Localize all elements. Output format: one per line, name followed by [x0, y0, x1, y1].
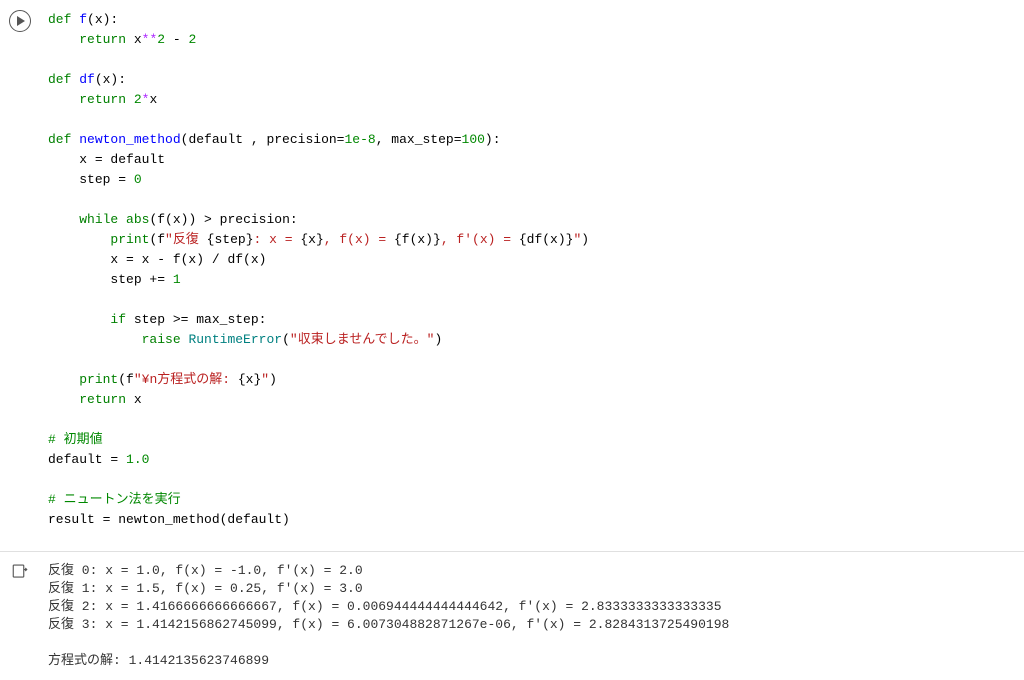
- string: ": [261, 372, 269, 387]
- run-button[interactable]: [9, 10, 31, 32]
- output-line: 反復 2: x = 1.4166666666666667, f(x) = 0.0…: [48, 599, 722, 614]
- open: (: [282, 332, 290, 347]
- output-line: 反復 1: x = 1.5, f(x) = 0.25, f'(x) = 3.0: [48, 581, 363, 596]
- number: 1: [173, 272, 181, 287]
- number: 1e-8: [344, 132, 375, 147]
- keyword-def: def: [48, 132, 71, 147]
- close: ):: [485, 132, 501, 147]
- fvar: df(x): [527, 232, 566, 247]
- number: 0: [134, 172, 142, 187]
- code-editor[interactable]: def f(x): return x**2 - 2 def df(x): ret…: [40, 0, 1024, 551]
- var: x: [134, 32, 142, 47]
- condition: step >= max_step:: [126, 312, 266, 327]
- keyword-raise: raise: [142, 332, 181, 347]
- func-name: f: [79, 12, 87, 27]
- params-open: (default , precision=: [181, 132, 345, 147]
- error-class: RuntimeError: [188, 332, 282, 347]
- brace: {: [238, 372, 246, 387]
- string: "¥n方程式の解:: [134, 372, 238, 387]
- brace: {: [394, 232, 402, 247]
- assignment: x = default: [79, 152, 165, 167]
- keyword-def: def: [48, 12, 71, 27]
- var: x: [149, 92, 157, 107]
- number: 2: [157, 32, 165, 47]
- string: : x =: [254, 232, 301, 247]
- output-text: 反復 0: x = 1.0, f(x) = -1.0, f'(x) = 2.0 …: [40, 560, 1024, 680]
- operator: **: [142, 32, 158, 47]
- output-line: 方程式の解: 1.4142135623746899: [48, 653, 269, 668]
- assignment: default =: [48, 452, 126, 467]
- output-gutter: [0, 560, 40, 680]
- brace: {: [300, 232, 308, 247]
- string: , f(x) =: [324, 232, 394, 247]
- keyword-return: return: [79, 32, 126, 47]
- close: ): [434, 332, 442, 347]
- keyword-return: return: [79, 392, 126, 407]
- number: 100: [462, 132, 485, 147]
- brace: }: [433, 232, 441, 247]
- fvar: f(x): [402, 232, 433, 247]
- condition: (f(x)) > precision:: [149, 212, 297, 227]
- func-name: df: [79, 72, 95, 87]
- number: 2: [134, 92, 142, 107]
- brace: {: [519, 232, 527, 247]
- keyword-def: def: [48, 72, 71, 87]
- assignment: x = x - f(x) / df(x): [110, 252, 266, 267]
- builtin-print: print: [110, 232, 149, 247]
- output-icon[interactable]: [11, 562, 29, 680]
- keyword-if: if: [110, 312, 126, 327]
- string: , f'(x) =: [441, 232, 519, 247]
- keyword-while: while: [79, 212, 118, 227]
- open: (f: [118, 372, 134, 387]
- comment: # 初期値: [48, 432, 103, 447]
- fvar: step: [214, 232, 245, 247]
- assignment: result = newton_method(default): [48, 512, 290, 527]
- func-name: newton_method: [79, 132, 180, 147]
- brace: }: [316, 232, 324, 247]
- output-cell: 反復 0: x = 1.0, f(x) = -1.0, f'(x) = 2.0 …: [0, 551, 1024, 680]
- code-cell: def f(x): return x**2 - 2 def df(x): ret…: [0, 0, 1024, 551]
- number: 1.0: [126, 452, 149, 467]
- builtin-print: print: [79, 372, 118, 387]
- open: (f: [149, 232, 165, 247]
- code-gutter: [0, 0, 40, 551]
- close: ): [269, 372, 277, 387]
- comma: , max_step=: [376, 132, 462, 147]
- assignment: step +=: [110, 272, 172, 287]
- output-line: 反復 3: x = 1.4142156862745099, f(x) = 6.0…: [48, 617, 729, 632]
- assignment: step =: [79, 172, 134, 187]
- builtin-abs: abs: [126, 212, 149, 227]
- minus: -: [165, 32, 188, 47]
- comment: # ニュートン法を実行: [48, 492, 181, 507]
- params: (x):: [87, 12, 118, 27]
- string: "反復: [165, 232, 207, 247]
- play-icon: [16, 16, 26, 26]
- params: (x):: [95, 72, 126, 87]
- close: ): [581, 232, 589, 247]
- keyword-return: return: [79, 92, 126, 107]
- output-line: 反復 0: x = 1.0, f(x) = -1.0, f'(x) = 2.0: [48, 563, 363, 578]
- var: x: [126, 392, 142, 407]
- fvar: x: [308, 232, 316, 247]
- number: 2: [188, 32, 196, 47]
- brace: }: [246, 232, 254, 247]
- string: "収束しませんでした。": [290, 332, 435, 347]
